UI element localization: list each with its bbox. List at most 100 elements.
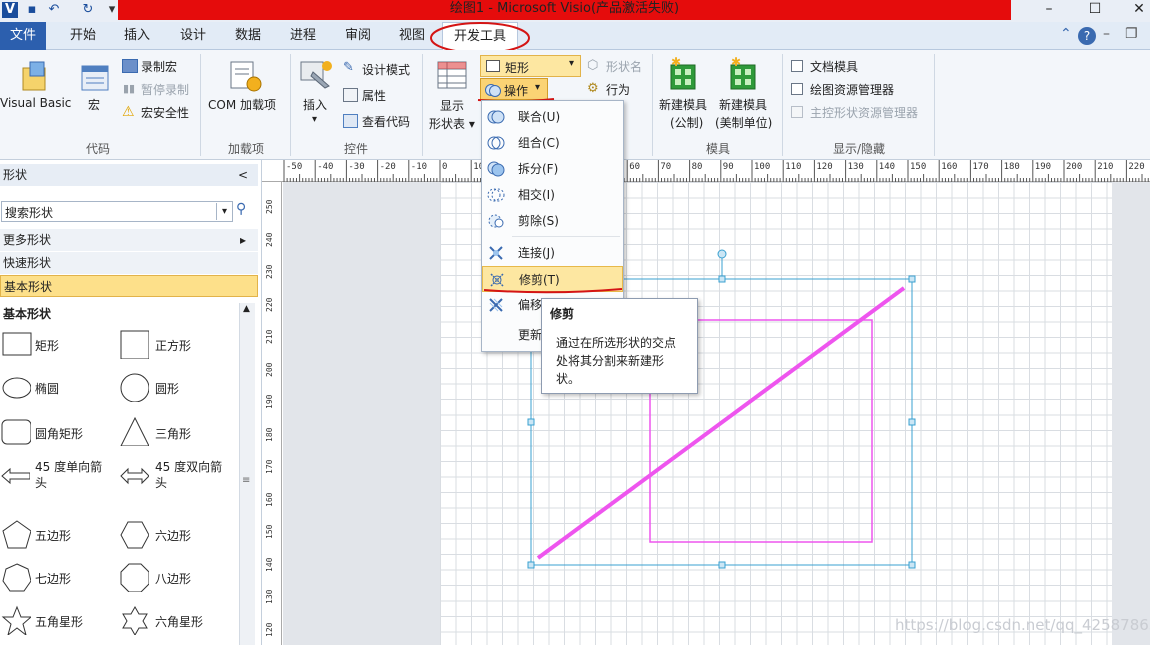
restore-window-icon[interactable]: ❐ — [1125, 26, 1138, 42]
quick-shapes-row[interactable]: 快速形状 — [0, 252, 258, 274]
new-stencil-metric-unit[interactable]: (公制) — [670, 114, 703, 131]
drawing-explorer-checkbox[interactable] — [791, 83, 803, 95]
menu-item-join[interactable]: 连接(J) — [482, 240, 623, 266]
master-explorer-checkbox[interactable] — [791, 106, 803, 118]
double-arrow-icon[interactable] — [119, 462, 149, 492]
tab-insert[interactable]: 插入 — [112, 22, 162, 50]
shape-label[interactable]: 六角星形 — [155, 613, 203, 630]
selection-handle[interactable] — [718, 275, 726, 283]
tab-process[interactable]: 进程 — [278, 22, 328, 50]
minimize-window-icon[interactable]: – — [1103, 26, 1110, 42]
collapse-panel-icon[interactable]: < — [238, 164, 248, 186]
shape-label[interactable]: 八边形 — [155, 570, 191, 587]
behavior-button[interactable]: 行为 — [606, 81, 630, 98]
maximize-button[interactable]: ☐ — [1076, 0, 1114, 20]
heptagon-icon[interactable] — [1, 562, 31, 592]
insert-control-dropdown-icon[interactable]: ▾ — [312, 114, 317, 125]
single-arrow-icon[interactable] — [0, 462, 30, 492]
help-icon[interactable]: ? — [1078, 27, 1096, 45]
shape-label[interactable]: 椭圆 — [35, 380, 59, 397]
ruler-tick-label: 150 — [265, 524, 274, 539]
properties-button[interactable]: 属性 — [362, 87, 386, 104]
menu-item-subtract[interactable]: 剪除(S) — [482, 208, 623, 234]
menu-item-combine[interactable]: 组合(C) — [482, 130, 623, 156]
shape-label[interactable]: 三角形 — [155, 425, 191, 442]
document-stencil-checkbox[interactable] — [791, 60, 803, 72]
search-icon[interactable]: ⚲ — [236, 201, 246, 217]
six-point-star-icon[interactable] — [119, 605, 149, 635]
minimize-ribbon-icon[interactable]: ⌃ — [1060, 26, 1072, 42]
shape-label[interactable]: 正方形 — [155, 337, 191, 354]
circle-icon[interactable] — [119, 372, 149, 402]
undo-icon[interactable]: ↶ — [46, 2, 62, 18]
pentagon-icon[interactable] — [1, 519, 31, 549]
selection-handle[interactable] — [527, 418, 535, 426]
shape-label[interactable]: 45 度双向箭头 — [155, 459, 231, 491]
shape-label[interactable]: 六边形 — [155, 527, 191, 544]
macros-button[interactable]: 宏 — [88, 96, 100, 113]
shape-label[interactable]: 圆角矩形 — [35, 425, 83, 442]
selection-handle[interactable] — [908, 561, 916, 569]
redo-icon[interactable]: ↻ — [80, 2, 96, 18]
show-shapesheet-label[interactable]: 显示 — [440, 97, 464, 114]
square-icon[interactable] — [119, 329, 149, 359]
menu-item-union[interactable]: 联合(U) — [482, 104, 623, 130]
tab-design[interactable]: 设计 — [168, 22, 218, 50]
shape-label[interactable]: 七边形 — [35, 570, 71, 587]
shape-label[interactable]: 圆形 — [155, 380, 179, 397]
rotation-handle[interactable] — [717, 249, 727, 259]
selection-handle[interactable] — [527, 561, 535, 569]
tab-file[interactable]: 文件 — [0, 22, 46, 50]
menu-item-fragment[interactable]: 拆分(F) — [482, 156, 623, 182]
shape-label[interactable]: 矩形 — [35, 337, 59, 354]
shape-label[interactable]: 45 度单向箭头 — [35, 459, 111, 491]
scroll-grip-icon[interactable]: ≡ — [242, 475, 250, 486]
show-shapesheet-button[interactable]: 形状表 ▾ — [429, 115, 475, 132]
ellipse-icon[interactable] — [1, 374, 31, 404]
shape-label[interactable]: 五角星形 — [35, 613, 83, 630]
macro-security-button[interactable]: 宏安全性 — [141, 104, 189, 121]
visual-basic-button[interactable]: Visual Basic — [0, 96, 71, 110]
save-icon[interactable]: ▪ — [24, 2, 40, 18]
tab-data[interactable]: 数据 — [223, 22, 273, 50]
shape-label[interactable]: 五边形 — [35, 527, 71, 544]
rounded-rectangle-icon[interactable] — [1, 418, 31, 448]
visio-app-icon[interactable]: V — [2, 2, 18, 18]
view-code-button[interactable]: 查看代码 — [362, 113, 410, 130]
new-stencil-us-unit[interactable]: (美制单位) — [715, 114, 772, 131]
hexagon-icon[interactable] — [119, 519, 149, 549]
new-stencil-metric-icon: ✱ — [670, 57, 696, 90]
ruler-tick-label: 90 — [722, 162, 734, 172]
search-shapes-input[interactable]: 搜索形状 ▾ — [1, 201, 233, 222]
selection-handle[interactable] — [908, 418, 916, 426]
horizontal-ruler[interactable]: -50-40-30-20-100102030405060708090100110… — [262, 160, 1150, 182]
vertical-ruler[interactable]: 250 240 230 220 210 200 190 180 170 160 150 140 130 1… — [262, 182, 282, 645]
record-macro-button[interactable]: 录制宏 — [141, 58, 177, 75]
minimize-button[interactable]: – — [1030, 0, 1068, 20]
ruler-tick-label: 190 — [1034, 162, 1052, 172]
insert-control-button[interactable]: 插入 — [303, 96, 327, 113]
new-stencil-metric-button[interactable]: 新建模具 — [659, 96, 707, 113]
octagon-icon[interactable] — [119, 562, 149, 592]
basic-shapes-stencil-tab[interactable]: 基本形状 — [0, 275, 258, 297]
shape-name-button[interactable]: 形状名 — [606, 58, 642, 75]
scroll-up-icon[interactable]: ▲ — [243, 304, 250, 314]
com-addins-button[interactable]: COM 加载项 — [208, 96, 276, 113]
ruler-tick-label: 140 — [265, 557, 274, 572]
shape-select-dropdown[interactable]: 矩形 ▾ — [480, 55, 581, 77]
design-mode-button[interactable]: 设计模式 — [362, 61, 410, 78]
menu-item-intersect[interactable]: 相交(I) — [482, 182, 623, 208]
triangle-icon[interactable] — [119, 416, 149, 446]
rectangle-icon[interactable] — [2, 330, 32, 360]
close-button[interactable]: ✕ — [1120, 0, 1150, 20]
selection-handle[interactable] — [908, 275, 916, 283]
chevron-down-icon[interactable]: ▾ — [216, 203, 232, 220]
new-stencil-us-button[interactable]: 新建模具 — [719, 96, 767, 113]
shapes-scrollbar[interactable]: ▲ ≡ — [239, 303, 255, 645]
pause-recording-button[interactable]: 暂停录制 — [141, 81, 189, 98]
more-shapes-row[interactable]: 更多形状 ▸ — [0, 229, 258, 251]
tab-review[interactable]: 审阅 — [333, 22, 383, 50]
tab-home[interactable]: 开始 — [58, 22, 108, 50]
selection-handle[interactable] — [718, 561, 726, 569]
five-point-star-icon[interactable] — [1, 605, 31, 635]
